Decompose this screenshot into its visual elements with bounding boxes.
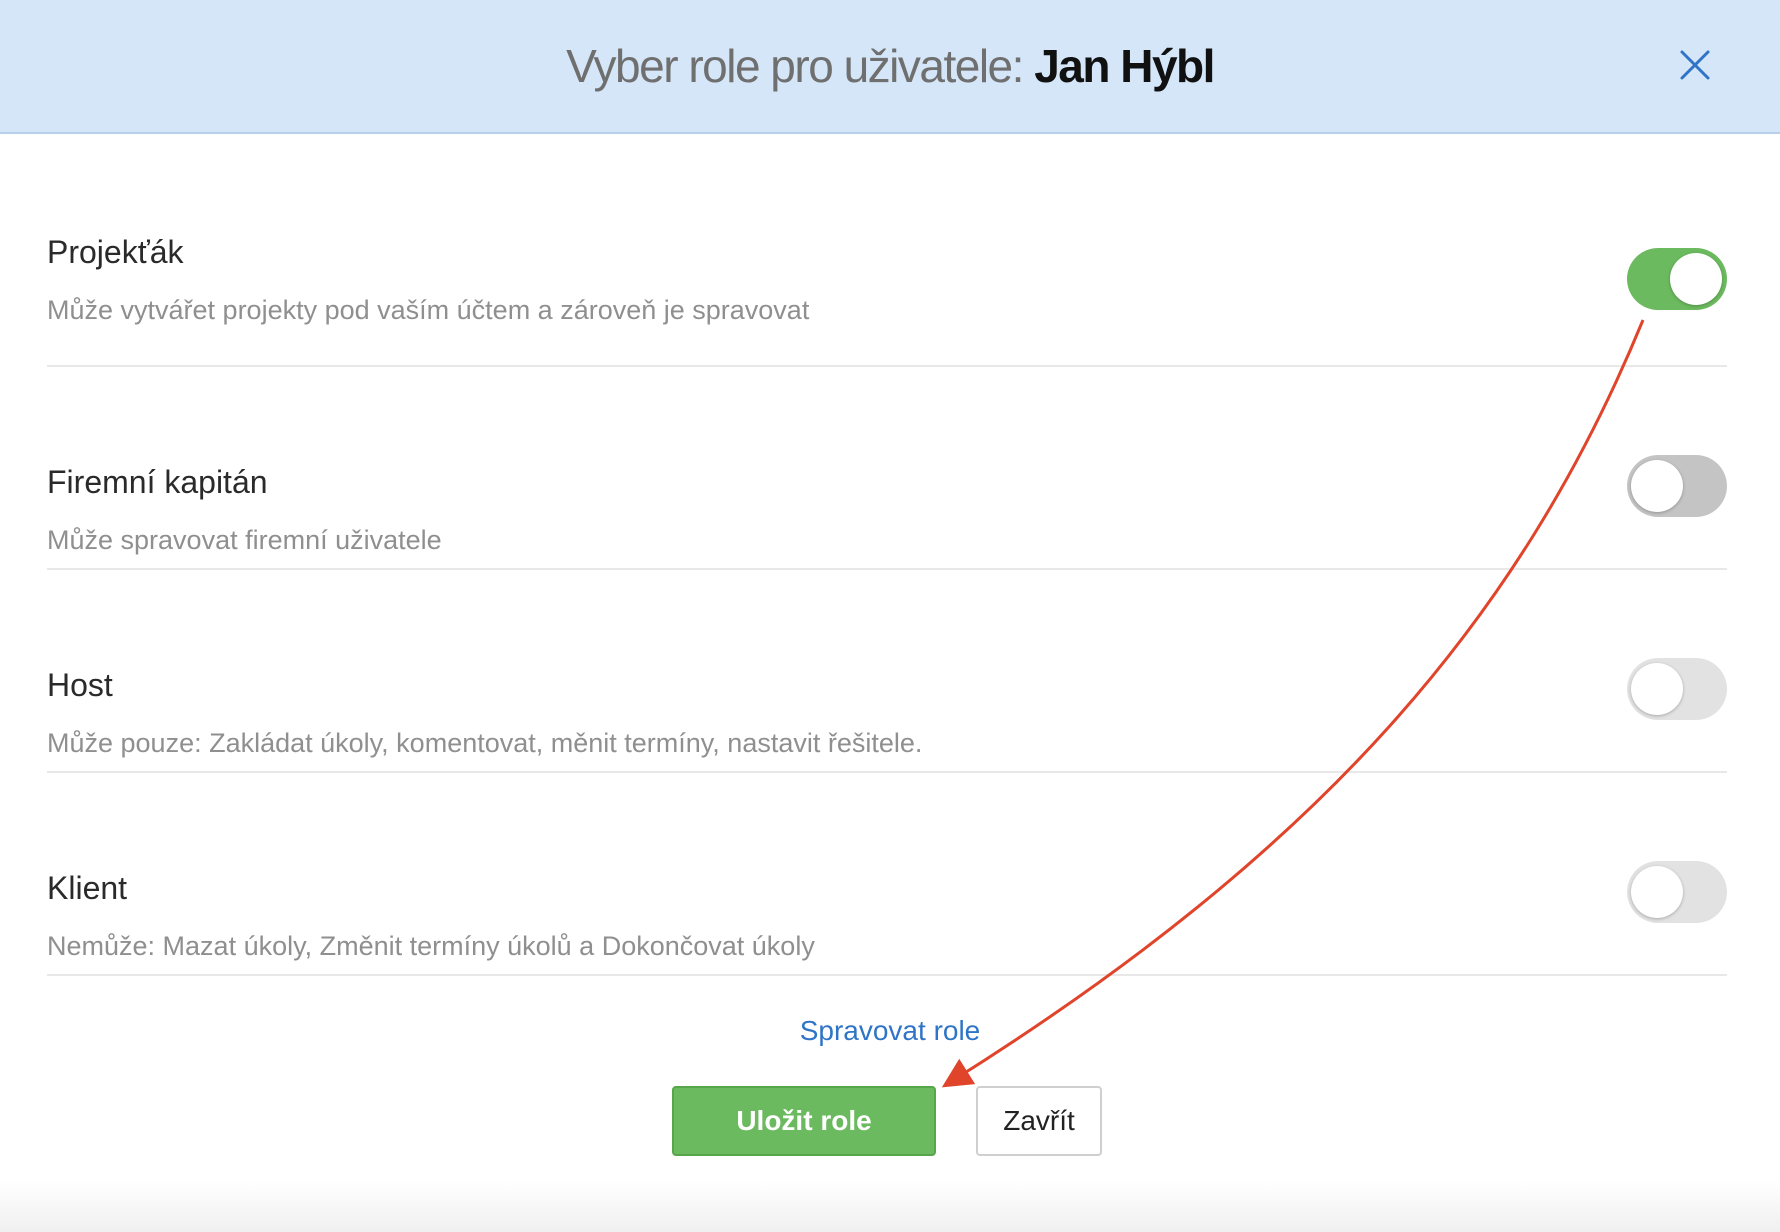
role-item-klient: Klient Nemůže: Mazat úkoly, Změnit termí… bbox=[47, 773, 1727, 976]
role-description: Nemůže: Mazat úkoly, Změnit termíny úkol… bbox=[47, 931, 815, 961]
role-description: Může pouze: Zakládat úkoly, komentovat, … bbox=[47, 728, 923, 758]
toggle-knob bbox=[1670, 253, 1722, 305]
close-button[interactable]: Zavřít bbox=[976, 1086, 1102, 1156]
role-toggle-host[interactable] bbox=[1627, 658, 1727, 720]
role-name: Projekťák bbox=[47, 234, 184, 270]
role-list: Projekťák Může vytvářet projekty pod vaš… bbox=[47, 134, 1727, 976]
dialog-header: Vyber role pro uživatele: Jan Hýbl bbox=[0, 0, 1780, 134]
role-item-projektak: Projekťák Může vytvářet projekty pod vaš… bbox=[47, 134, 1727, 367]
footer-shadow bbox=[0, 1180, 1780, 1232]
role-item-host: Host Může pouze: Zakládat úkoly, komento… bbox=[47, 570, 1727, 773]
dialog-title: Vyber role pro uživatele: Jan Hýbl bbox=[0, 38, 1780, 94]
save-roles-button[interactable]: Uložit role bbox=[672, 1086, 936, 1156]
role-name: Klient bbox=[47, 870, 128, 906]
role-name: Host bbox=[47, 667, 113, 703]
toggle-knob bbox=[1631, 460, 1683, 512]
toggle-knob bbox=[1631, 866, 1683, 918]
dialog-user-name: Jan Hýbl bbox=[1034, 40, 1215, 92]
role-toggle-firemni-kapitan[interactable] bbox=[1627, 455, 1727, 517]
close-dialog-button[interactable] bbox=[1670, 40, 1720, 90]
toggle-knob bbox=[1631, 663, 1683, 715]
dialog-title-prefix: Vyber role pro uživatele: bbox=[566, 40, 1024, 92]
role-name: Firemní kapitán bbox=[47, 464, 268, 500]
role-description: Může spravovat firemní uživatele bbox=[47, 525, 442, 555]
role-item-firemni-kapitan: Firemní kapitán Může spravovat firemní u… bbox=[47, 367, 1727, 570]
manage-roles-link[interactable]: Spravovat role bbox=[0, 1014, 1780, 1048]
role-toggle-projektak[interactable] bbox=[1627, 248, 1727, 310]
role-description: Může vytvářet projekty pod vaším účtem a… bbox=[47, 295, 810, 325]
close-icon bbox=[1680, 50, 1710, 80]
role-toggle-klient[interactable] bbox=[1627, 861, 1727, 923]
